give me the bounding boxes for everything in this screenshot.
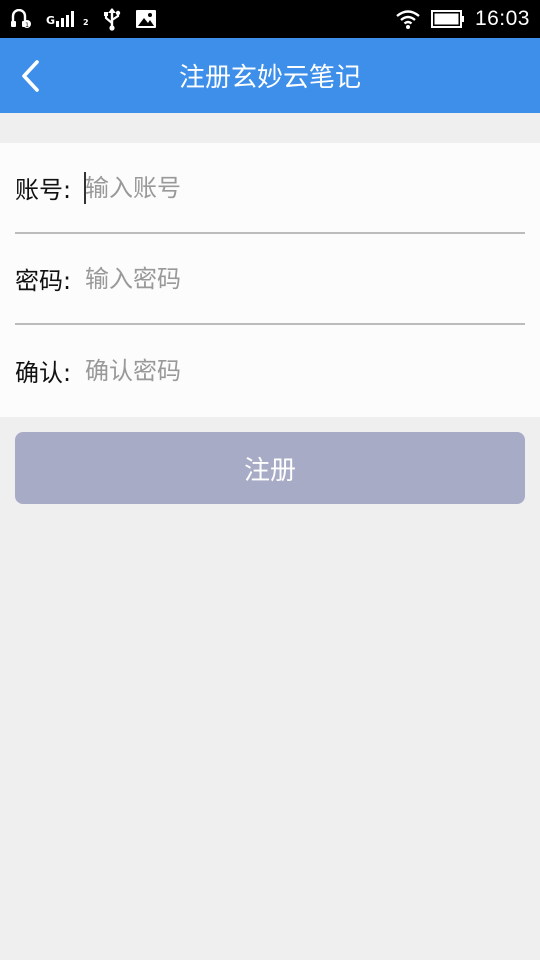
image-icon: [135, 9, 157, 29]
account-row: 账号:: [15, 143, 525, 234]
register-button[interactable]: 注册: [15, 432, 525, 504]
chevron-left-icon: [19, 59, 41, 93]
svg-text:1: 1: [25, 22, 29, 29]
confirm-password-input[interactable]: [83, 350, 525, 391]
sim-index-label: 2: [83, 18, 89, 27]
status-bar-right: 16:03: [395, 7, 540, 31]
wifi-icon: [395, 9, 421, 29]
account-input[interactable]: [83, 167, 525, 208]
password-row: 密码:: [15, 234, 525, 325]
network-type-label: G: [46, 14, 56, 27]
usb-icon: [103, 7, 121, 31]
app-bar: 注册玄妙云笔记: [0, 38, 540, 113]
page-title: 注册玄妙云笔记: [178, 63, 361, 93]
password-label: 密码:: [15, 267, 72, 295]
account-label: 账号:: [15, 176, 72, 204]
battery-icon: [430, 10, 465, 28]
signal-icon: [56, 11, 82, 27]
status-bar-left: 1 G 2: [0, 7, 157, 31]
back-button[interactable]: [0, 38, 60, 113]
text-cursor: [84, 172, 86, 204]
password-input[interactable]: [83, 258, 525, 299]
register-form: 账号: 密码: 确认:: [0, 143, 540, 417]
notification-app-icon: 1: [10, 9, 32, 29]
signal-indicator: G 2: [46, 11, 89, 27]
confirm-row: 确认:: [15, 325, 525, 416]
status-time: 16:03: [474, 7, 530, 30]
confirm-label: 确认:: [15, 359, 72, 387]
status-bar: 1 G 2 16:03: [0, 0, 540, 38]
